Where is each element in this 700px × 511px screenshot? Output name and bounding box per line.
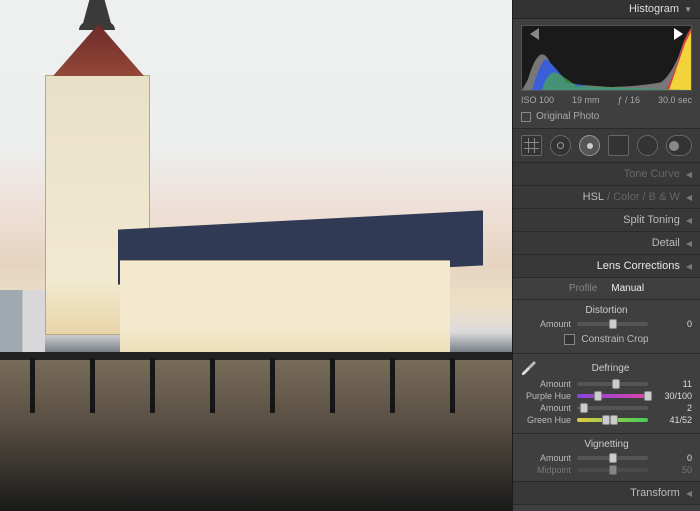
tab-manual[interactable]: Manual bbox=[611, 283, 644, 294]
chevron-left-icon: ◀ bbox=[686, 262, 692, 271]
chevron-left-icon: ◀ bbox=[686, 489, 692, 498]
defringe-amount2-slider[interactable] bbox=[577, 406, 648, 410]
defringe-header: Defringe bbox=[513, 354, 700, 378]
sep: / bbox=[640, 191, 649, 203]
defringe-amount2-row: Amount 2 bbox=[513, 402, 700, 414]
chevron-left-icon: ◀ bbox=[686, 193, 692, 202]
distortion-amount-value[interactable]: 0 bbox=[654, 319, 692, 329]
meta-shutter: 30.0 sec bbox=[658, 95, 692, 105]
defringe-amount1-slider[interactable] bbox=[577, 382, 648, 386]
shadow-clipping-icon[interactable] bbox=[524, 28, 539, 40]
constrain-crop-label: Constrain Crop bbox=[581, 334, 648, 345]
decoration bbox=[270, 358, 275, 413]
crop-tool-icon[interactable] bbox=[521, 135, 542, 156]
chevron-left-icon: ◀ bbox=[686, 239, 692, 248]
green-hue-slider[interactable] bbox=[577, 418, 648, 422]
grad-filter-icon[interactable] bbox=[608, 135, 629, 156]
defringe-amount2-value[interactable]: 2 bbox=[654, 403, 692, 413]
decoration bbox=[390, 358, 395, 413]
decoration bbox=[210, 358, 215, 413]
defringe-amount1-row: Amount 11 bbox=[513, 378, 700, 390]
distortion-title: Distortion bbox=[513, 300, 700, 318]
vignetting-amount-row: Amount 0 bbox=[513, 452, 700, 464]
redeye-tool-icon[interactable] bbox=[579, 135, 600, 156]
vignetting-title: Vignetting bbox=[513, 434, 700, 452]
hsl-label: HSL bbox=[583, 191, 604, 203]
purple-hue-row: Purple Hue 30/100 bbox=[513, 390, 700, 402]
section-label: Split Toning bbox=[623, 214, 680, 226]
distortion-amount-label: Amount bbox=[521, 319, 571, 329]
green-hue-row: Green Hue 41/52 bbox=[513, 414, 700, 434]
histogram-header[interactable]: Histogram ▼ bbox=[513, 0, 700, 19]
vignetting-midpoint-value[interactable]: 50 bbox=[654, 465, 692, 475]
decoration bbox=[450, 358, 455, 413]
histogram-chart[interactable] bbox=[521, 25, 692, 91]
spot-tool-icon[interactable] bbox=[550, 135, 571, 156]
chevron-down-icon: ▼ bbox=[684, 5, 692, 14]
meta-focal: 19 mm bbox=[572, 95, 600, 105]
decoration bbox=[0, 360, 512, 511]
distortion-amount-row: Amount 0 bbox=[513, 318, 700, 330]
tool-strip bbox=[513, 129, 700, 163]
section-hsl[interactable]: HSL / Color / B & W ◀ bbox=[513, 186, 700, 209]
purple-hue-label: Purple Hue bbox=[521, 391, 571, 401]
section-detail[interactable]: Detail ◀ bbox=[513, 232, 700, 255]
original-photo-toggle[interactable]: Original Photo bbox=[521, 111, 692, 122]
defringe-amount1-label: Amount bbox=[521, 379, 571, 389]
lens-tabs: Profile Manual bbox=[513, 278, 700, 300]
photo-preview[interactable] bbox=[0, 0, 512, 511]
chevron-left-icon: ◀ bbox=[686, 216, 692, 225]
green-hue-value[interactable]: 41/52 bbox=[654, 415, 692, 425]
vignetting-midpoint-slider[interactable] bbox=[577, 468, 648, 472]
meta-aperture: ƒ / 16 bbox=[617, 95, 640, 105]
defringe-amount2-label: Amount bbox=[521, 403, 571, 413]
purple-hue-value[interactable]: 30/100 bbox=[654, 391, 692, 401]
histogram-meta: ISO 100 19 mm ƒ / 16 30.0 sec bbox=[521, 95, 692, 105]
histogram-svg bbox=[522, 26, 691, 90]
eyedropper-icon[interactable] bbox=[521, 360, 537, 376]
section-label: Tone Curve bbox=[624, 168, 680, 180]
vignetting-amount-value[interactable]: 0 bbox=[654, 453, 692, 463]
distortion-amount-slider[interactable] bbox=[577, 322, 648, 326]
constrain-crop-row[interactable]: Constrain Crop bbox=[513, 330, 700, 354]
vignetting-midpoint-row: Midpoint 50 bbox=[513, 464, 700, 481]
section-lens-corrections[interactable]: Lens Corrections ◀ bbox=[513, 255, 700, 278]
original-photo-label: Original Photo bbox=[536, 111, 599, 122]
brush-tool-icon[interactable] bbox=[666, 135, 692, 156]
section-label: Detail bbox=[652, 237, 680, 249]
section-split-toning[interactable]: Split Toning ◀ bbox=[513, 209, 700, 232]
bw-label: B & W bbox=[649, 191, 680, 203]
checkbox-icon bbox=[521, 112, 531, 122]
section-label: Lens Corrections bbox=[597, 260, 680, 272]
sep: / bbox=[604, 191, 613, 203]
defringe-amount1-value[interactable]: 11 bbox=[654, 379, 692, 389]
chevron-left-icon: ◀ bbox=[686, 170, 692, 179]
vignetting-amount-label: Amount bbox=[521, 453, 571, 463]
decoration bbox=[30, 358, 35, 413]
section-label: Transform bbox=[630, 487, 680, 499]
checkbox-icon bbox=[564, 334, 575, 345]
decoration bbox=[330, 358, 335, 413]
highlight-clipping-icon[interactable] bbox=[674, 28, 689, 40]
histogram-box: ISO 100 19 mm ƒ / 16 30.0 sec Original P… bbox=[513, 19, 700, 129]
color-label: Color bbox=[613, 191, 639, 203]
decoration bbox=[150, 358, 155, 413]
develop-panel: Histogram ▼ ISO 100 19 mm ƒ / 16 30.0 se… bbox=[512, 0, 700, 511]
histogram-title: Histogram bbox=[629, 3, 679, 15]
decoration bbox=[90, 358, 95, 413]
tab-profile[interactable]: Profile bbox=[569, 283, 597, 294]
defringe-title: Defringe bbox=[545, 363, 676, 374]
purple-hue-slider[interactable] bbox=[577, 394, 648, 398]
vignetting-amount-slider[interactable] bbox=[577, 456, 648, 460]
section-tone-curve[interactable]: Tone Curve ◀ bbox=[513, 163, 700, 186]
section-transform[interactable]: Transform ◀ bbox=[513, 481, 700, 505]
green-hue-label: Green Hue bbox=[521, 415, 571, 425]
vignetting-midpoint-label: Midpoint bbox=[521, 465, 571, 475]
meta-iso: ISO 100 bbox=[521, 95, 554, 105]
radial-filter-icon[interactable] bbox=[637, 135, 658, 156]
